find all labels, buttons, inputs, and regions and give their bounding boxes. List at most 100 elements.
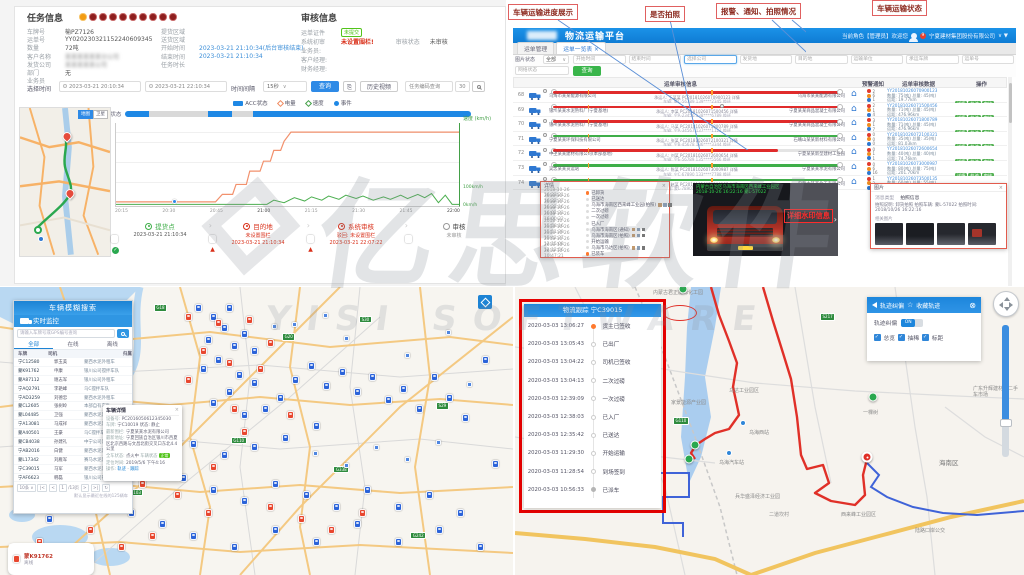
truck-marker[interactable] xyxy=(333,503,340,511)
current-page[interactable]: 1 xyxy=(59,484,67,492)
truck-marker[interactable] xyxy=(267,503,274,511)
table-row[interactable]: 73 吴忠某某货运站 宁夏某某水泥有限公司 承运人: 陈某 PC20181026… xyxy=(513,161,1007,176)
truck-marker[interactable] xyxy=(241,497,248,505)
chevron-down-icon[interactable]: ∨ ▼ xyxy=(998,33,1008,39)
truck-marker[interactable] xyxy=(185,376,192,384)
next-page-button[interactable]: > xyxy=(81,484,90,492)
truck-marker[interactable] xyxy=(477,543,484,551)
photo-thumbnail[interactable] xyxy=(968,223,996,245)
truck-marker[interactable] xyxy=(174,491,181,499)
truck-marker[interactable] xyxy=(241,411,248,419)
legend-item[interactable]: 事件 xyxy=(334,99,352,107)
alarm-badges[interactable]: 2 1 4 xyxy=(867,104,885,117)
alarm-badges[interactable]: 0 1 1 xyxy=(867,147,885,160)
table-row[interactable]: 71 宁夏某某环保科技有限公司 石嘴山某某新材料有限公司 承运人: 张某 PC2… xyxy=(513,132,1007,147)
table-row[interactable]: 70 银川某某水泥熟料厂(宁夏基地) 宁夏某某商品混凝土有限公司 承运人: 马某… xyxy=(513,117,1007,132)
page-size-input[interactable]: 30 xyxy=(455,81,470,92)
follow-link[interactable]: 跟踪 xyxy=(130,467,139,472)
truck-marker[interactable] xyxy=(462,414,469,422)
photo-thumb-icons[interactable] xyxy=(632,234,636,238)
truck-marker[interactable] xyxy=(246,316,253,324)
timeline-row[interactable]: 2020-03-03 12:39:09 一次过磅 xyxy=(524,390,661,408)
table-row[interactable]: 69 银川某某水泥熟料厂(宁夏基地) 宁夏某某商品混凝土有限公司 承运人: 李某… xyxy=(513,103,1007,118)
truck-marker[interactable] xyxy=(46,515,53,523)
waypoint-marker-icon[interactable] xyxy=(869,393,878,402)
correction-toggle[interactable]: ON xyxy=(901,319,923,327)
truck-marker[interactable] xyxy=(185,313,192,321)
truck-marker[interactable] xyxy=(221,451,228,459)
truck-marker[interactable] xyxy=(359,509,366,517)
truck-marker[interactable] xyxy=(231,342,238,350)
history-video-button[interactable]: 历史视频 xyxy=(360,81,398,92)
truck-marker[interactable] xyxy=(205,509,212,517)
truck-marker[interactable] xyxy=(323,313,328,318)
alarm-badges[interactable]: 2 6 1 xyxy=(867,89,885,102)
track-correct-tab[interactable]: 轨迹纠偏 xyxy=(880,301,904,310)
timeline-row[interactable]: 2020-03-03 13:05:43 已出厂 xyxy=(524,335,661,353)
header-user-area[interactable]: 当前角色【管理员】欢迎您 9 宁夏建材集团股份有限公司 ∨ ▼ xyxy=(842,32,1008,40)
table-row[interactable]: 68 乌海市某某能源有限公司 乌海市某某能源有限公司 承运人: 王某某 PC20… xyxy=(513,88,1007,103)
zoom-handle[interactable] xyxy=(1000,419,1012,427)
realtime-monitor-bar[interactable]: 实时监控 xyxy=(14,315,132,327)
waypoint-marker-icon[interactable] xyxy=(685,455,694,464)
status-tab[interactable]: 全部 xyxy=(14,340,53,349)
truck-marker[interactable] xyxy=(231,543,238,551)
route-minimap[interactable]: 地图卫星 xyxy=(19,107,111,257)
destination-marker-icon[interactable] xyxy=(862,452,873,463)
alarm-badges[interactable]: 0 6 16 xyxy=(867,162,885,175)
filter-input[interactable]: 运单号 xyxy=(962,55,1015,64)
truck-marker[interactable] xyxy=(313,538,320,546)
truck-marker[interactable] xyxy=(287,411,294,419)
vehicle-row[interactable]: 宁C12580郭玉美蒙西水泥外租车 xyxy=(14,358,132,367)
truck-marker[interactable] xyxy=(267,339,274,347)
alarm-badges[interactable]: 3 1 7 xyxy=(867,118,885,131)
last-page-button[interactable]: >| xyxy=(91,484,101,492)
filter-input[interactable]: 选择公司 xyxy=(684,55,737,64)
page-size-select[interactable]: 10条 ∨ xyxy=(17,484,36,492)
truck-marker[interactable] xyxy=(236,371,243,379)
filter-input[interactable]: 发货地 xyxy=(740,55,793,64)
plate-search-input[interactable]: 请输入车牌号或GPS编号查询 xyxy=(17,329,115,338)
truck-marker[interactable] xyxy=(364,486,371,494)
poi-marker-icon[interactable] xyxy=(726,450,732,456)
truck-marker[interactable] xyxy=(405,457,410,462)
truck-marker[interactable] xyxy=(400,385,407,393)
export-icon-button[interactable]: ⎘ xyxy=(343,81,356,92)
filter-input[interactable]: 运输单位 xyxy=(851,55,904,64)
filter-input[interactable]: 目的地 xyxy=(795,55,848,64)
truck-marker[interactable] xyxy=(257,365,264,373)
truck-marker[interactable] xyxy=(344,463,349,468)
truck-marker[interactable] xyxy=(251,347,258,355)
truck-marker[interactable] xyxy=(405,353,410,358)
close-icon[interactable]: × xyxy=(999,184,1003,191)
track-map-quadrant[interactable]: 内蒙古君正能源化工园乌兰淖尔镇家景能源产业园乌达工业园区乌海西站乌海汽车站兵华盛… xyxy=(515,287,1024,575)
photo-thumbnail[interactable] xyxy=(937,223,965,245)
timeline-row[interactable]: 2020-03-03 13:06:27 货主已签收 xyxy=(524,317,661,335)
truck-marker[interactable] xyxy=(215,356,222,364)
truck-marker[interactable] xyxy=(226,388,233,396)
search-button[interactable] xyxy=(117,329,129,338)
alarm-badges[interactable]: 0 0 0 xyxy=(867,133,885,146)
truck-marker[interactable] xyxy=(210,486,217,494)
filter-input[interactable]: 结束时间 xyxy=(629,55,682,64)
truck-marker[interactable] xyxy=(195,304,202,312)
map-layer-button[interactable] xyxy=(478,295,492,309)
table-row[interactable]: 72 中卫某某建材有限公司(本部基地) 宁夏某某新型建材工业园 承运人: 刘某 … xyxy=(513,146,1007,161)
track-link[interactable]: 轨迹 xyxy=(117,467,126,472)
truck-marker[interactable] xyxy=(215,319,222,327)
compass-control[interactable] xyxy=(993,291,1019,317)
truck-marker[interactable] xyxy=(200,365,207,373)
truck-marker[interactable] xyxy=(262,405,269,413)
filter-input[interactable]: 开始时间 xyxy=(573,55,626,64)
filter-input[interactable]: 承运车牌 xyxy=(906,55,959,64)
truck-photo[interactable]: 内蒙古自治区乌海市海南区西来峰工业园区2018-10-26 16:22:16 蒙… xyxy=(693,183,838,256)
photo-thumb-icons[interactable] xyxy=(632,228,636,232)
legend-item[interactable]: 速度 xyxy=(306,99,324,107)
interval-select[interactable]: 15秒∨ xyxy=(263,81,307,92)
truck-marker[interactable] xyxy=(298,515,305,523)
vehicle-row[interactable]: 宁AQ2791李艳峰乌C搅拌车队 xyxy=(14,385,132,394)
next-arrow-icon[interactable]: › xyxy=(834,215,837,224)
truck-marker[interactable] xyxy=(159,520,166,528)
truck-marker[interactable] xyxy=(436,440,441,445)
truck-marker[interactable] xyxy=(328,526,335,534)
